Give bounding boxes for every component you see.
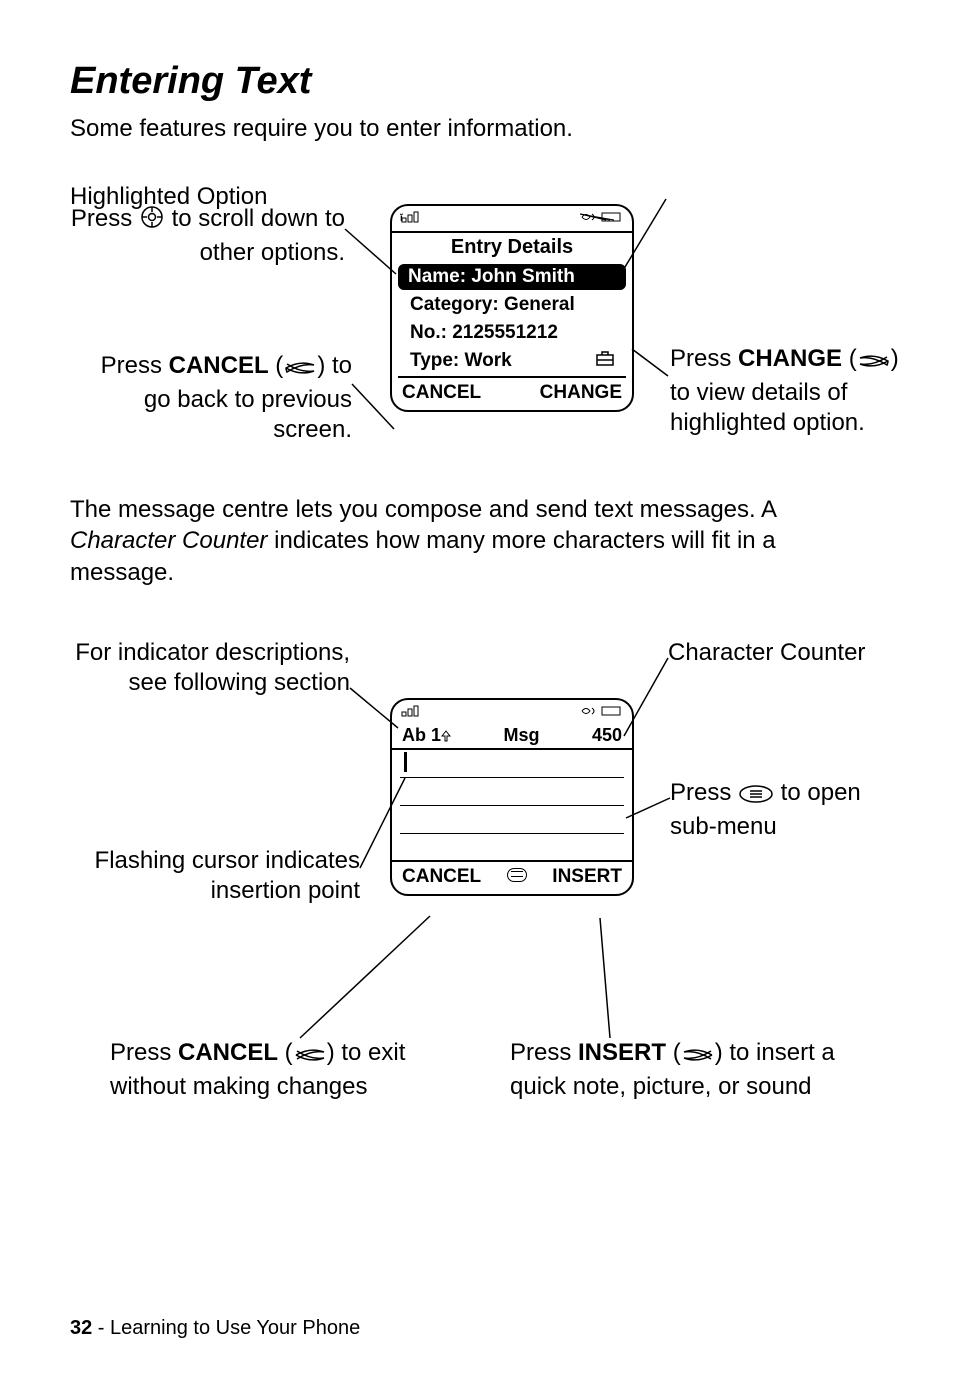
softkey-change[interactable]: CHANGE: [540, 382, 622, 404]
softkey-cancel[interactable]: CANCEL: [402, 382, 481, 404]
softkey-cancel[interactable]: CANCEL: [402, 866, 481, 888]
softkey-insert[interactable]: INSERT: [552, 866, 622, 888]
row-number: No.: 2125551212: [398, 320, 626, 346]
figure-msg: For indicator descriptions, see followin…: [70, 618, 884, 1148]
text-mode-indicator: Ab 1: [402, 725, 451, 746]
intro-text: Some features require you to enter infor…: [70, 113, 884, 144]
screen-title: Entry Details: [392, 233, 632, 262]
menu-icon[interactable]: [507, 866, 527, 888]
cursor: [404, 752, 407, 772]
status-right-icons: [580, 704, 624, 721]
callout-cursor: Flashing cursor indicates insertion poin…: [70, 846, 360, 906]
msg-title: Msg: [503, 725, 539, 746]
signal-icon: ĭ: [400, 210, 428, 227]
softkey-right-icon: [857, 348, 891, 378]
work-icon: [596, 350, 614, 372]
callout-scroll: Press to scroll down to other options.: [70, 204, 345, 268]
callout-highlighted: Highlighted Option: [70, 182, 310, 212]
row-name: Name: John Smith: [398, 264, 626, 290]
softkey-left-icon: [293, 1042, 327, 1072]
text-entry-area[interactable]: [400, 750, 624, 860]
callout-insert: Press INSERT () to insert a quick note, …: [510, 1038, 870, 1102]
callout-counter: Character Counter: [668, 638, 908, 668]
phone-screen-1: ĭ Entry Details Name: John Smith Categor…: [390, 204, 634, 412]
callout-cancel-exit: Press CANCEL () to exit without making c…: [110, 1038, 450, 1102]
row-category: Category: General: [398, 292, 626, 318]
softkey-right-icon: [681, 1042, 715, 1072]
callout-indicator: For indicator descriptions, see followin…: [70, 638, 350, 698]
page-footer: 32 - Learning to Use Your Phone: [70, 1317, 360, 1340]
phone-screen-2: Ab 1 Msg 450 CANCEL INSERT: [390, 698, 634, 896]
callout-change: Press CHANGE () to view details of highl…: [670, 344, 910, 438]
status-right-icons: [580, 210, 624, 227]
callout-cancel: Press CANCEL () to go back to previous s…: [70, 351, 352, 445]
char-counter-value: 450: [592, 725, 622, 746]
figure-entry-details: Press to scroll down to other options. P…: [70, 174, 884, 474]
page-title: Entering Text: [70, 60, 884, 103]
softkey-left-icon: [283, 355, 317, 385]
row-type: Type: Work: [410, 350, 512, 372]
menu-key-icon: [738, 782, 774, 812]
signal-icon: [400, 704, 428, 721]
callout-submenu: Press to open sub-menu: [670, 778, 900, 842]
paragraph-message-centre: The message centre lets you compose and …: [70, 494, 884, 588]
